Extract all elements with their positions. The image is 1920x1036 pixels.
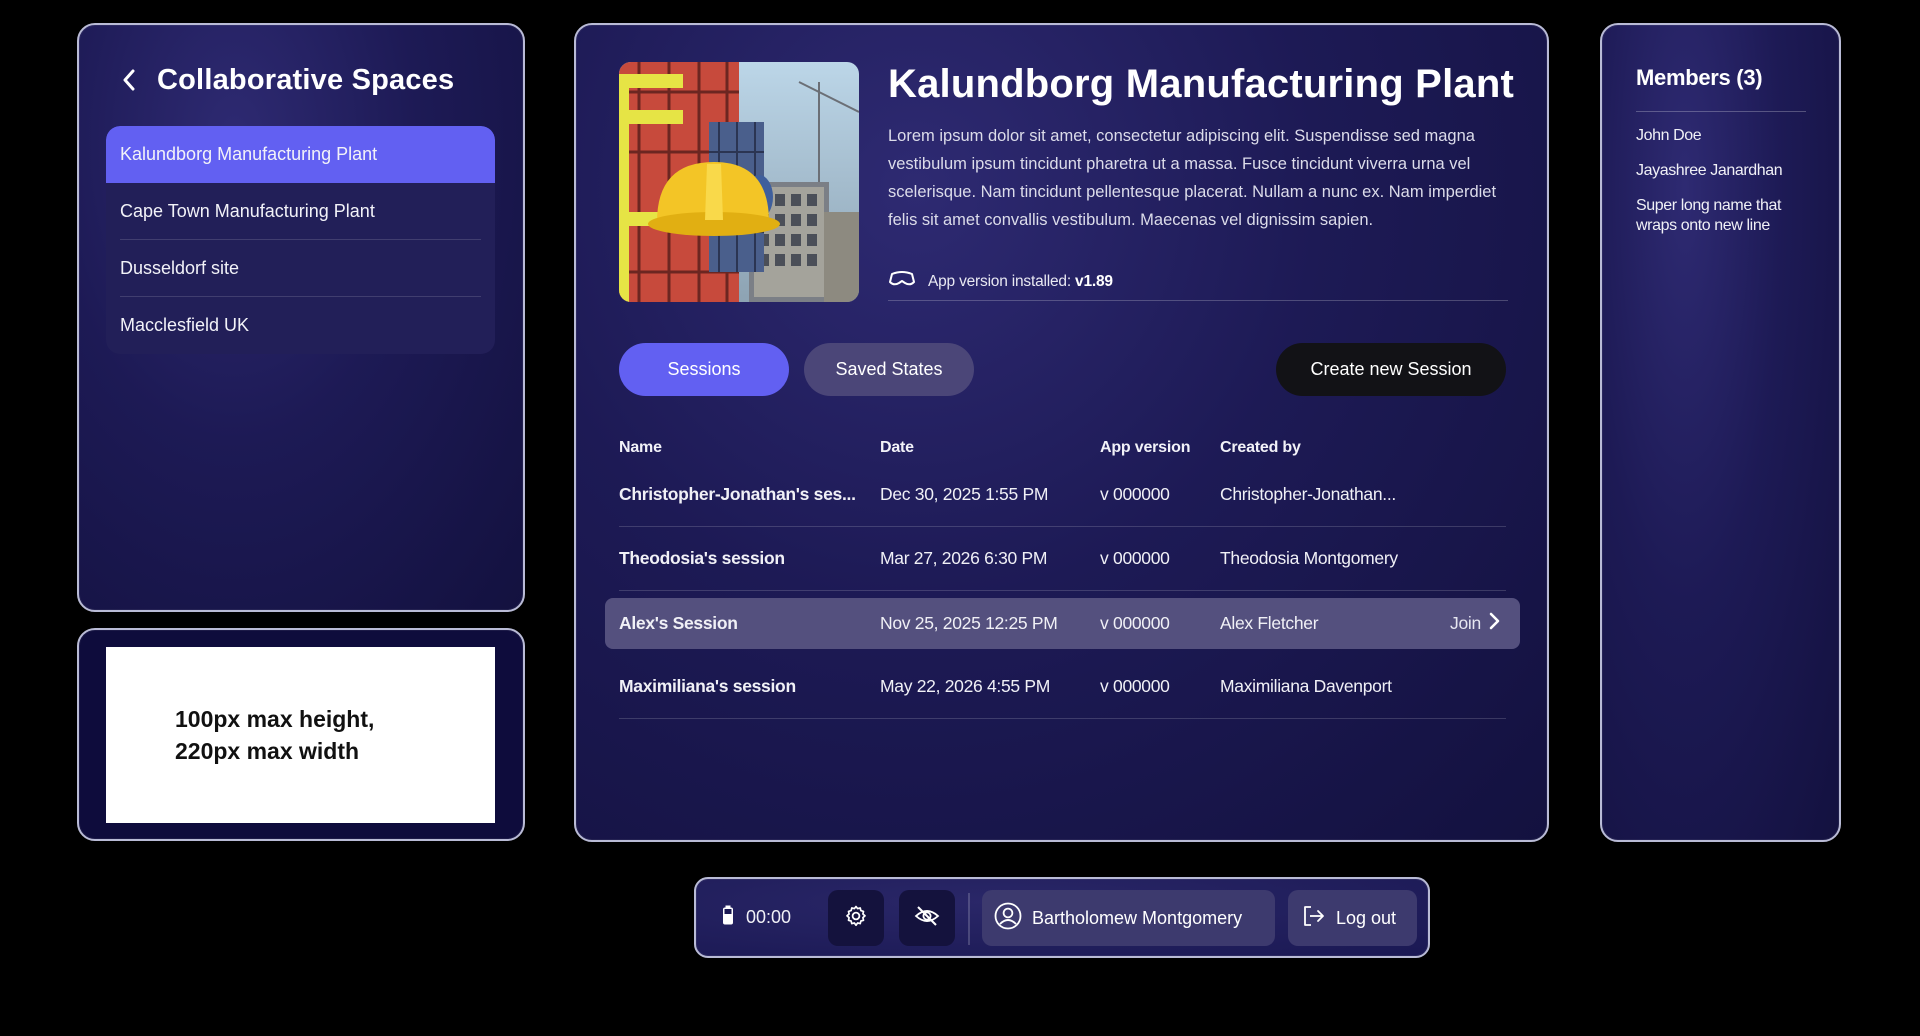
settings-button[interactable] — [828, 890, 884, 946]
column-header-date: Date — [880, 439, 914, 456]
collaborative-spaces-panel: Collaborative Spaces Kalundborg Manufact… — [77, 23, 525, 612]
user-avatar-icon — [994, 902, 1022, 935]
user-profile-button[interactable]: Bartholomew Montgomery — [982, 890, 1275, 946]
session-date: May 22, 2026 4:55 PM — [880, 676, 1051, 696]
members-panel: Members (3) John Doe Jayashree Janardhan… — [1600, 23, 1841, 842]
logo-panel: 100px max height, 220px max width — [77, 628, 525, 841]
members-list: John Doe Jayashree Janardhan Super long … — [1636, 126, 1806, 251]
space-description: Lorem ipsum dolor sit amet, consectetur … — [888, 127, 1497, 229]
member-item: John Doe — [1636, 127, 1702, 144]
session-app-version: v 000000 — [1100, 612, 1170, 633]
app-version-label: App version installed: v1.89 — [928, 273, 1113, 291]
space-item-kalundborg[interactable]: Kalundborg Manufacturing Plant — [106, 126, 495, 183]
session-creator: Alex Fletcher — [1220, 612, 1319, 633]
table-row[interactable]: Christopher-Jonathan's ses... Dec 30, 20… — [619, 463, 1506, 527]
battery-icon — [722, 905, 734, 930]
logout-icon — [1302, 905, 1326, 932]
space-title: Kalundborg Manufacturing Plant — [888, 62, 1514, 106]
logout-label: Log out — [1336, 907, 1397, 928]
table-row-highlighted[interactable]: Alex's Session Nov 25, 2025 12:25 PM v 0… — [605, 591, 1520, 655]
session-creator: Maximiliana Davenport — [1220, 676, 1392, 696]
spaces-list: Kalundborg Manufacturing Plant Cape Town… — [106, 126, 495, 354]
tab-sessions[interactable]: Sessions — [619, 343, 789, 396]
session-name: Theodosia's session — [619, 548, 785, 568]
session-app-version: v 000000 — [1100, 484, 1170, 504]
space-item-dusseldorf[interactable]: Dusseldorf site — [120, 240, 481, 297]
space-item-cape-town[interactable]: Cape Town Manufacturing Plant — [120, 183, 481, 240]
chevron-right-icon — [1489, 612, 1500, 635]
members-title: Members (3) — [1636, 65, 1763, 90]
create-new-session-button[interactable]: Create new Session — [1276, 343, 1506, 396]
bottom-toolbar: 00:00 Bartholomew Montgomery Log out — [694, 877, 1430, 958]
table-row[interactable]: Maximiliana's session May 22, 2026 4:55 … — [619, 655, 1506, 719]
logout-button[interactable]: Log out — [1288, 890, 1417, 946]
user-name: Bartholomew Montgomery — [1032, 907, 1243, 928]
column-header-name: Name — [619, 439, 662, 456]
sessions-table: Name Date App version Created by Christo… — [605, 433, 1520, 719]
session-name: Alex's Session — [619, 612, 738, 633]
column-header-app-version: App version — [1100, 439, 1191, 456]
chevron-left-icon[interactable] — [119, 63, 139, 97]
logo-placeholder-text: 100px max height, 220px max width — [175, 705, 375, 764]
gear-icon — [844, 904, 868, 933]
table-row[interactable]: Theodosia's session Mar 27, 2026 6:30 PM… — [619, 527, 1506, 591]
eye-off-icon — [914, 904, 940, 933]
battery-time: 00:00 — [746, 907, 792, 927]
join-label: Join — [1450, 612, 1481, 633]
session-date: Mar 27, 2026 6:30 PM — [880, 548, 1048, 568]
session-creator: Christopher-Jonathan... — [1220, 484, 1396, 504]
app-version-value: v1.89 — [1075, 272, 1113, 290]
table-header: Name Date App version Created by — [619, 433, 1506, 463]
session-app-version: v 000000 — [1100, 548, 1170, 568]
spaces-header: Collaborative Spaces — [119, 63, 454, 97]
logo-placeholder: 100px max height, 220px max width — [106, 647, 495, 823]
members-divider — [1636, 111, 1806, 112]
tab-saved-states[interactable]: Saved States — [804, 343, 974, 396]
session-date: Nov 25, 2025 12:25 PM — [880, 612, 1058, 633]
space-item-macclesfield[interactable]: Macclesfield UK — [120, 297, 481, 354]
member-item: Super long name that wraps onto new line — [1636, 197, 1781, 234]
app-version-row: App version installed: v1.89 — [888, 271, 1508, 301]
battery-status: 00:00 — [722, 905, 791, 930]
session-date: Dec 30, 2025 1:55 PM — [880, 484, 1049, 504]
session-creator: Theodosia Montgomery — [1220, 548, 1398, 568]
session-name: Christopher-Jonathan's ses... — [619, 484, 856, 504]
spaces-title: Collaborative Spaces — [157, 63, 455, 96]
session-app-version: v 000000 — [1100, 676, 1170, 696]
visibility-toggle-button[interactable] — [899, 890, 955, 946]
space-detail-panel: Kalundborg Manufacturing Plant Lorem ips… — [574, 23, 1549, 842]
headset-icon — [888, 270, 916, 293]
hero-image-worker — [619, 62, 859, 302]
column-header-created-by: Created by — [1220, 439, 1301, 456]
app-version-label-text: App version installed: — [928, 272, 1071, 290]
join-session-link[interactable]: Join — [1450, 612, 1500, 635]
member-item: Jayashree Janardhan — [1636, 162, 1783, 179]
session-name: Maximiliana's session — [619, 676, 796, 696]
toolbar-divider — [968, 893, 970, 945]
